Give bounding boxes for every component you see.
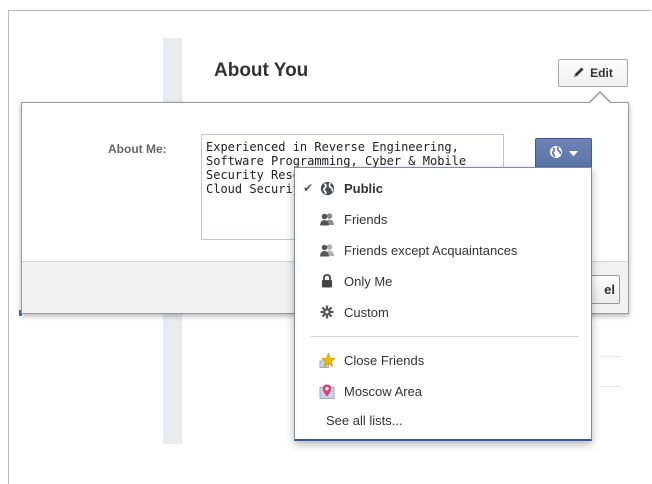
menu-item-label: Only Me [344,273,393,289]
gear-icon [319,304,335,320]
menu-item-label: Custom [344,304,389,320]
privacy-selector-button[interactable] [535,138,592,168]
location-icon [319,383,335,399]
menu-item-custom[interactable]: Custom [295,297,591,327]
menu-item-friends-except-acquaintances[interactable]: Friends except Acquaintances [295,235,591,265]
menu-item-moscow-area[interactable]: Moscow Area [295,376,591,406]
menu-separator [311,336,579,337]
menu-item-close-friends[interactable]: Close Friends [295,345,591,375]
see-all-lists-link[interactable]: See all lists... [326,413,403,428]
cancel-button-label: el [604,282,615,297]
divider [600,386,620,387]
star-icon [319,351,335,368]
about-me-label: About Me: [108,142,167,156]
menu-item-friends[interactable]: Friends [295,204,591,234]
menu-item-label: Moscow Area [344,383,423,399]
menu-item-only-me[interactable]: Only Me [295,266,591,296]
globe-icon [319,180,335,196]
menu-item-public[interactable]: ✔ Public [295,173,591,203]
checkmark-icon: ✔ [302,181,314,195]
edit-button[interactable]: Edit [558,59,628,87]
privacy-dropdown-menu: ✔ Public Friends Friends except Acquaint [294,167,592,441]
globe-icon [549,145,563,162]
panel-pointer-fill [589,93,611,104]
edit-button-label: Edit [590,66,613,80]
menu-item-label: Friends except Acquaintances [344,242,518,258]
section-title: About You [214,60,309,81]
menu-item-label: Public [344,180,384,196]
chevron-down-icon [569,146,578,160]
friends-except-icon [319,242,335,258]
divider [600,356,620,357]
pencil-icon [573,66,585,81]
menu-item-label: Friends [344,211,388,227]
friends-icon [319,211,335,227]
menu-item-label: Close Friends [344,352,425,368]
lock-icon [319,273,335,289]
